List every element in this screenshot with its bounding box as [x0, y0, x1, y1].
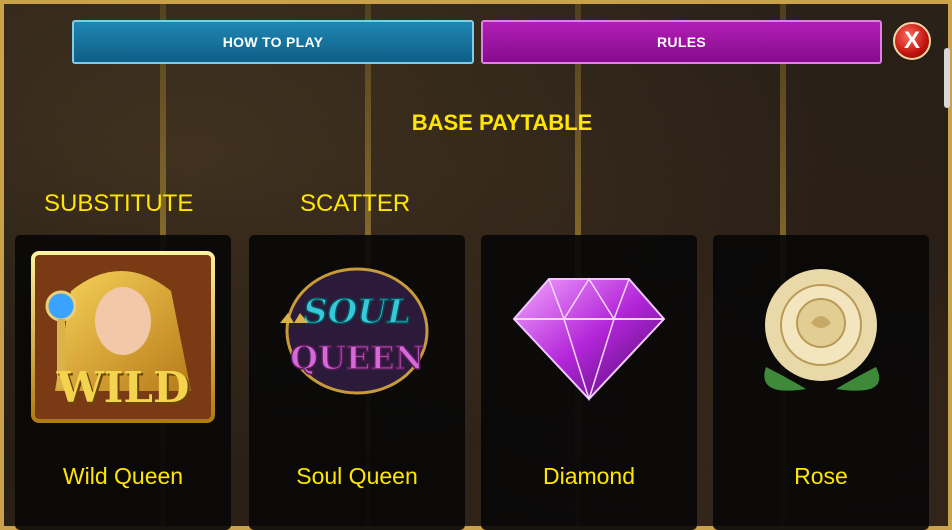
close-button[interactable]: X [893, 22, 931, 60]
symbol-card: Diamond [481, 235, 697, 530]
scatter-label: SCATTER [300, 190, 411, 217]
rose-icon [746, 257, 896, 412]
tab-how-to-play[interactable]: HOW TO PLAY [72, 20, 474, 64]
tab-rules[interactable]: RULES [481, 20, 882, 64]
logo-text-queen: QUEEN [290, 339, 424, 377]
symbol-card: Rose [713, 235, 929, 530]
symbol-name: Diamond [542, 463, 636, 489]
symbol-name: Soul Queen [296, 463, 418, 489]
soul-queen-logo-icon: SOUL QUEEN [262, 261, 452, 406]
diamond-icon [504, 259, 674, 414]
wild-badge: WILD [56, 363, 190, 412]
symbol-card: WILD Wild Queen [15, 235, 231, 530]
substitute-label: SUBSTITUTE [44, 190, 194, 217]
paytable-heading: BASE PAYTABLE [411, 110, 593, 135]
logo-text-soul: SOUL [303, 292, 411, 332]
close-icon: X [903, 27, 920, 54]
symbol-name: Wild Queen [62, 463, 184, 489]
symbol-card: SOUL QUEEN Soul Queen [249, 235, 465, 530]
symbol-name: Rose [794, 463, 848, 489]
scrollbar[interactable] [944, 48, 950, 108]
